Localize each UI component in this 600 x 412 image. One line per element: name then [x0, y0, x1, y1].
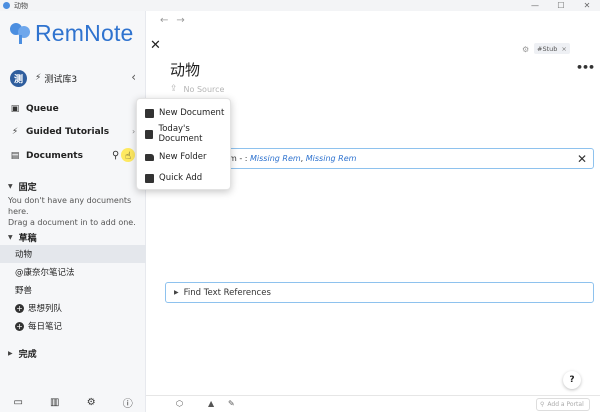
info-icon[interactable]: ⓘ: [121, 395, 135, 410]
stats-icon[interactable]: ▥: [48, 397, 62, 408]
more-options-icon[interactable]: •••: [576, 61, 595, 74]
list-item[interactable]: 动物: [0, 245, 146, 263]
window-title: 动物: [14, 1, 28, 10]
sidebar-item-label: Documents: [26, 151, 83, 161]
bolt-icon: ⚡: [11, 127, 19, 137]
logo-text: RemNote: [35, 19, 134, 46]
warning-icon[interactable]: ▲: [208, 399, 214, 408]
doc-label: @康奈尔笔记法: [15, 268, 75, 278]
section-label: 草稿: [18, 233, 37, 244]
page-title[interactable]: 动物: [170, 59, 200, 80]
list-item[interactable]: + 每日笔记: [0, 317, 146, 335]
menu-item-quick-add[interactable]: Quick Add: [137, 168, 232, 188]
missing-rem-link[interactable]: Missing Rem: [306, 154, 357, 163]
queue-icon: ▣: [10, 104, 20, 114]
section-label: 固定: [18, 182, 37, 193]
section-pinned[interactable]: ▼ 固定: [8, 180, 37, 193]
calendar-icon: [145, 129, 154, 139]
caret-right-icon: ▶: [174, 289, 179, 296]
main-panel: ←→ ✕ ⚙ #Stub × 动物 ••• ⇪ No Source m - : …: [146, 11, 600, 412]
menu-item-new-document[interactable]: New Document: [137, 103, 232, 123]
search-icon[interactable]: ⚲: [112, 150, 119, 161]
menu-item-label: New Folder: [159, 152, 207, 162]
document-icon: ▤: [10, 151, 20, 161]
knowledge-base-name: 测试库3: [44, 74, 78, 85]
sidebar-item-guided-tutorials[interactable]: ⚡ Guided Tutorials: [10, 124, 109, 140]
sidebar-item-queue[interactable]: ▣ Queue: [10, 101, 59, 117]
chevron-right-icon: ›: [132, 127, 136, 136]
pencil-icon[interactable]: ✎: [228, 399, 235, 408]
window-title-bar: 动物 — ☐ ✕: [0, 0, 600, 11]
caret-right-icon: ▶: [8, 349, 13, 357]
list-item[interactable]: @康奈尔笔记法: [0, 263, 146, 281]
sidebar-bottom-toolbar: ▭ ▥ ⚙ ⓘ: [0, 392, 146, 412]
search-icon: ⚲: [540, 401, 545, 408]
pinned-empty-message: You don't have any documents here. Drag …: [8, 195, 143, 228]
person-upload-icon: ⇪: [170, 84, 178, 94]
doc-label: 动物: [15, 250, 33, 260]
reference-text: m - : Missing Rem, Missing Rem: [229, 154, 357, 163]
sidebar-item-documents[interactable]: ▤ Documents: [10, 148, 83, 164]
documents-add-menu: New Document Today's Document New Folder…: [136, 98, 231, 190]
close-window-button[interactable]: ✕: [574, 0, 600, 11]
sidebar-item-label: Guided Tutorials: [26, 127, 110, 137]
add-portal-input[interactable]: ⚲ Add a Portal: [536, 398, 590, 411]
close-icon[interactable]: ✕: [150, 38, 161, 53]
knowledge-base-switcher[interactable]: 测 ⚡ 测试库3 ‹: [10, 68, 140, 88]
doc-label: 思想列队: [28, 304, 63, 314]
menu-item-label: Quick Add: [159, 173, 203, 183]
gear-icon[interactable]: ⚙: [522, 45, 529, 54]
plus-circle-icon: +: [15, 321, 24, 331]
no-source-label: No Source: [183, 84, 225, 94]
section-label: 完成: [18, 349, 37, 360]
app-icon: [3, 2, 10, 9]
sidebar: RemNote 测 ⚡ 测试库3 ‹ ▣ Queue ⚡ Guided Tuto…: [0, 11, 146, 412]
find-text-references-label: Find Text References: [183, 287, 271, 298]
plus-circle-icon: +: [15, 303, 24, 313]
no-source-field[interactable]: ⇪ No Source: [170, 84, 224, 94]
menu-item-todays-document[interactable]: Today's Document: [137, 124, 232, 144]
tag-badge[interactable]: #Stub ×: [534, 43, 570, 54]
bolt-icon: ⚡: [35, 73, 42, 83]
caret-down-icon: ▼: [8, 182, 13, 190]
close-icon[interactable]: ×: [561, 45, 566, 53]
section-drafts[interactable]: ▼ 草稿: [8, 231, 37, 244]
avatar: 测: [10, 69, 27, 87]
quick-add-icon: [145, 173, 154, 183]
list-item[interactable]: + 思想列队: [0, 299, 146, 317]
window-controls: — ☐ ✕: [522, 0, 600, 11]
cube-icon[interactable]: ⬡: [176, 399, 183, 408]
document-icon: [145, 108, 154, 118]
menu-item-new-folder[interactable]: New Folder: [137, 147, 232, 167]
tag-label: #Stub: [537, 44, 558, 53]
doc-label: 每日笔记: [28, 322, 63, 332]
folder-icon: [145, 153, 154, 161]
panel-layout-icon[interactable]: ▭: [11, 397, 25, 408]
portal-placeholder: Add a Portal: [547, 401, 584, 408]
gear-icon[interactable]: ⚙: [84, 397, 98, 408]
forward-arrow-icon[interactable]: →: [176, 15, 192, 26]
history-nav: ←→: [160, 15, 193, 26]
maximize-button[interactable]: ☐: [548, 0, 574, 11]
logo[interactable]: RemNote: [8, 20, 134, 46]
status-bar: ⬡ ▲ ✎ ⚲ Add a Portal: [146, 395, 600, 412]
hand-cursor-icon: ☝: [125, 151, 132, 162]
minimize-button[interactable]: —: [522, 0, 548, 11]
section-done[interactable]: ▶ 完成: [8, 347, 37, 360]
logo-tree-icon: [8, 22, 34, 44]
doc-label: 野兽: [15, 286, 33, 296]
missing-rem-link[interactable]: Missing Rem: [250, 154, 301, 163]
menu-item-label: New Document: [159, 108, 225, 118]
sidebar-item-label: Queue: [26, 104, 59, 114]
find-text-references[interactable]: ▶ Find Text References: [165, 282, 594, 303]
help-button[interactable]: ?: [563, 371, 581, 389]
back-arrow-icon[interactable]: ←: [160, 15, 176, 26]
caret-down-icon: ▼: [8, 233, 13, 241]
close-icon[interactable]: ✕: [577, 152, 587, 166]
empty-line-1: You don't have any documents here.: [8, 196, 132, 216]
collapse-sidebar-icon[interactable]: ‹: [131, 70, 136, 84]
menu-item-label: Today's Document: [158, 124, 203, 144]
empty-line-2: Drag a document in to add one.: [8, 218, 136, 227]
list-item[interactable]: 野兽: [0, 281, 146, 299]
